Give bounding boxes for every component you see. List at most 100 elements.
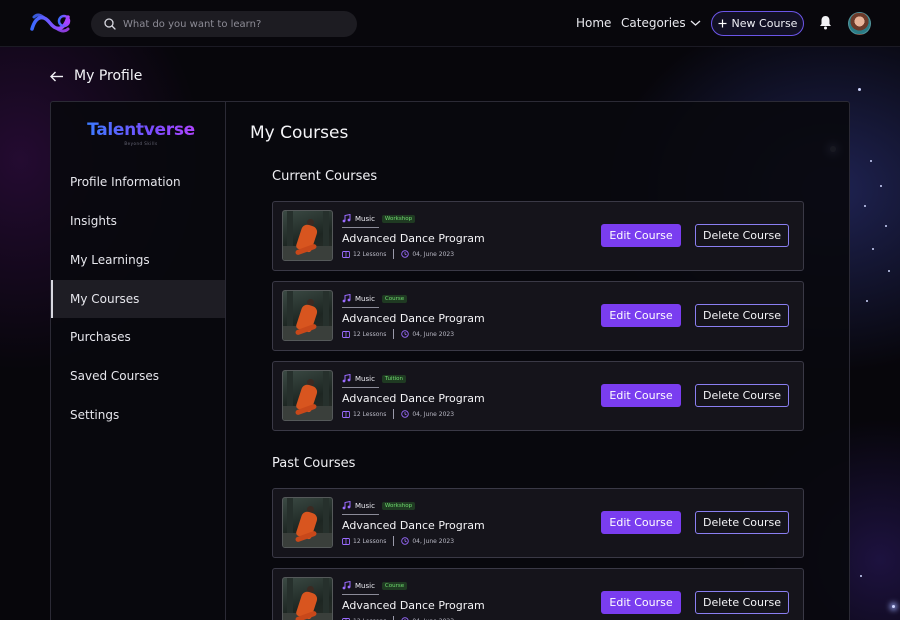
nav-categories-dropdown[interactable]: Categories xyxy=(621,16,701,30)
brand-tagline: Beyond Skills xyxy=(124,141,158,146)
sidebar-item-settings[interactable]: Settings xyxy=(51,396,225,434)
course-category: Music xyxy=(355,501,375,510)
category-underline xyxy=(342,514,379,515)
new-course-button[interactable]: New Course xyxy=(711,11,804,36)
lessons-icon xyxy=(342,250,350,258)
edit-course-button[interactable]: Edit Course xyxy=(601,224,681,247)
current-courses-title: Current Courses xyxy=(272,169,378,184)
sidebar-item-purchases[interactable]: Purchases xyxy=(51,318,225,356)
page-heading: My Profile xyxy=(74,68,143,84)
course-card: Music Tuition Advanced Dance Program 12 … xyxy=(272,361,804,431)
music-note-icon xyxy=(342,294,351,303)
back-to-profile[interactable]: My Profile xyxy=(50,68,142,84)
course-lessons: 12 Lessons xyxy=(353,250,387,258)
top-nav: Home Categories New Course xyxy=(0,0,900,47)
plus-icon xyxy=(718,19,727,28)
course-date: 04, June 2023 xyxy=(412,330,455,338)
clock-icon xyxy=(401,410,410,418)
edit-course-button[interactable]: Edit Course xyxy=(601,384,681,407)
search-bar[interactable] xyxy=(91,11,357,37)
search-input[interactable] xyxy=(123,18,343,30)
meta-divider xyxy=(393,249,395,259)
course-meta: 12 Lessons 04, June 2023 xyxy=(342,329,454,339)
course-category-row: Music Course xyxy=(342,581,408,590)
course-card: Music Workshop Advanced Dance Program 12… xyxy=(272,488,804,558)
course-meta: 12 Lessons 04, June 2023 xyxy=(342,536,454,546)
edit-course-button[interactable]: Edit Course xyxy=(601,591,681,614)
course-card: Music Workshop Advanced Dance Program 12… xyxy=(272,201,804,271)
delete-course-button[interactable]: Delete Course xyxy=(695,304,789,327)
sidebar-item-profile-information[interactable]: Profile Information xyxy=(51,163,225,201)
music-note-icon xyxy=(342,501,351,510)
course-category: Music xyxy=(355,294,375,303)
course-card: Music Course Advanced Dance Program 12 L… xyxy=(272,281,804,351)
course-title: Advanced Dance Program xyxy=(342,599,485,612)
course-lessons: 12 Lessons xyxy=(353,330,387,338)
delete-course-button[interactable]: Delete Course xyxy=(695,384,789,407)
lessons-icon xyxy=(342,537,350,545)
sidebar-item-my-learnings[interactable]: My Learnings xyxy=(51,241,225,279)
meta-divider xyxy=(393,329,395,339)
category-underline xyxy=(342,387,379,388)
clock-icon xyxy=(401,250,410,258)
delete-course-button[interactable]: Delete Course xyxy=(695,591,789,614)
sidebar-item-saved-courses[interactable]: Saved Courses xyxy=(51,357,225,395)
edit-course-button[interactable]: Edit Course xyxy=(601,511,681,534)
course-meta: 12 Lessons 04, June 2023 xyxy=(342,616,454,620)
course-meta: 12 Lessons 04, June 2023 xyxy=(342,409,454,419)
course-type-badge: Course xyxy=(381,294,408,303)
meta-divider xyxy=(393,409,395,419)
nav-categories-label: Categories xyxy=(621,16,686,30)
bell-icon[interactable] xyxy=(819,15,832,30)
course-title: Advanced Dance Program xyxy=(342,392,485,405)
course-type-badge: Workshop xyxy=(381,214,416,223)
course-type-badge: Tuition xyxy=(381,374,406,383)
course-category: Music xyxy=(355,374,375,383)
clock-icon xyxy=(401,537,410,545)
course-category-row: Music Workshop xyxy=(342,501,416,510)
delete-course-button[interactable]: Delete Course xyxy=(695,224,789,247)
course-title: Advanced Dance Program xyxy=(342,312,485,325)
course-category: Music xyxy=(355,214,375,223)
music-note-icon xyxy=(342,214,351,223)
sidebar: Talentverse Beyond Skills Profile Inform… xyxy=(51,102,226,620)
course-card: Music Course Advanced Dance Program 12 L… xyxy=(272,568,804,620)
lessons-icon xyxy=(342,330,350,338)
course-type-badge: Course xyxy=(381,581,408,590)
category-underline xyxy=(342,307,379,308)
delete-course-button[interactable]: Delete Course xyxy=(695,511,789,534)
course-date: 04, June 2023 xyxy=(412,537,455,545)
profile-panel: Talentverse Beyond Skills Profile Inform… xyxy=(50,101,850,620)
chevron-down-icon xyxy=(690,19,701,27)
course-meta: 12 Lessons 04, June 2023 xyxy=(342,249,454,259)
avatar[interactable] xyxy=(848,12,871,35)
music-note-icon xyxy=(342,581,351,590)
course-category: Music xyxy=(355,581,375,590)
course-category-row: Music Workshop xyxy=(342,214,416,223)
course-thumbnail xyxy=(282,577,333,620)
course-category-row: Music Course xyxy=(342,294,408,303)
course-thumbnail xyxy=(282,497,333,548)
meta-divider xyxy=(393,536,395,546)
edit-course-button[interactable]: Edit Course xyxy=(601,304,681,327)
meta-divider xyxy=(393,616,395,620)
clock-icon xyxy=(401,330,410,338)
sidebar-item-my-courses[interactable]: My Courses xyxy=(51,280,225,318)
course-date: 04, June 2023 xyxy=(412,250,455,258)
course-title: Advanced Dance Program xyxy=(342,232,485,245)
search-icon xyxy=(104,18,116,30)
new-course-label: New Course xyxy=(731,17,798,30)
category-underline xyxy=(342,594,379,595)
course-title: Advanced Dance Program xyxy=(342,519,485,532)
infinity-logo-icon[interactable] xyxy=(28,9,72,37)
nav-home-link[interactable]: Home xyxy=(576,16,611,30)
music-note-icon xyxy=(342,374,351,383)
lessons-icon xyxy=(342,410,350,418)
main-content: My Courses Current Courses Music Worksho… xyxy=(227,102,849,620)
sidebar-item-insights[interactable]: Insights xyxy=(51,202,225,240)
past-courses-title: Past Courses xyxy=(272,456,356,471)
brand-name: Talentverse xyxy=(87,120,195,140)
course-lessons: 12 Lessons xyxy=(353,537,387,545)
course-category-row: Music Tuition xyxy=(342,374,406,383)
brand-logo: Talentverse Beyond Skills xyxy=(86,120,196,146)
